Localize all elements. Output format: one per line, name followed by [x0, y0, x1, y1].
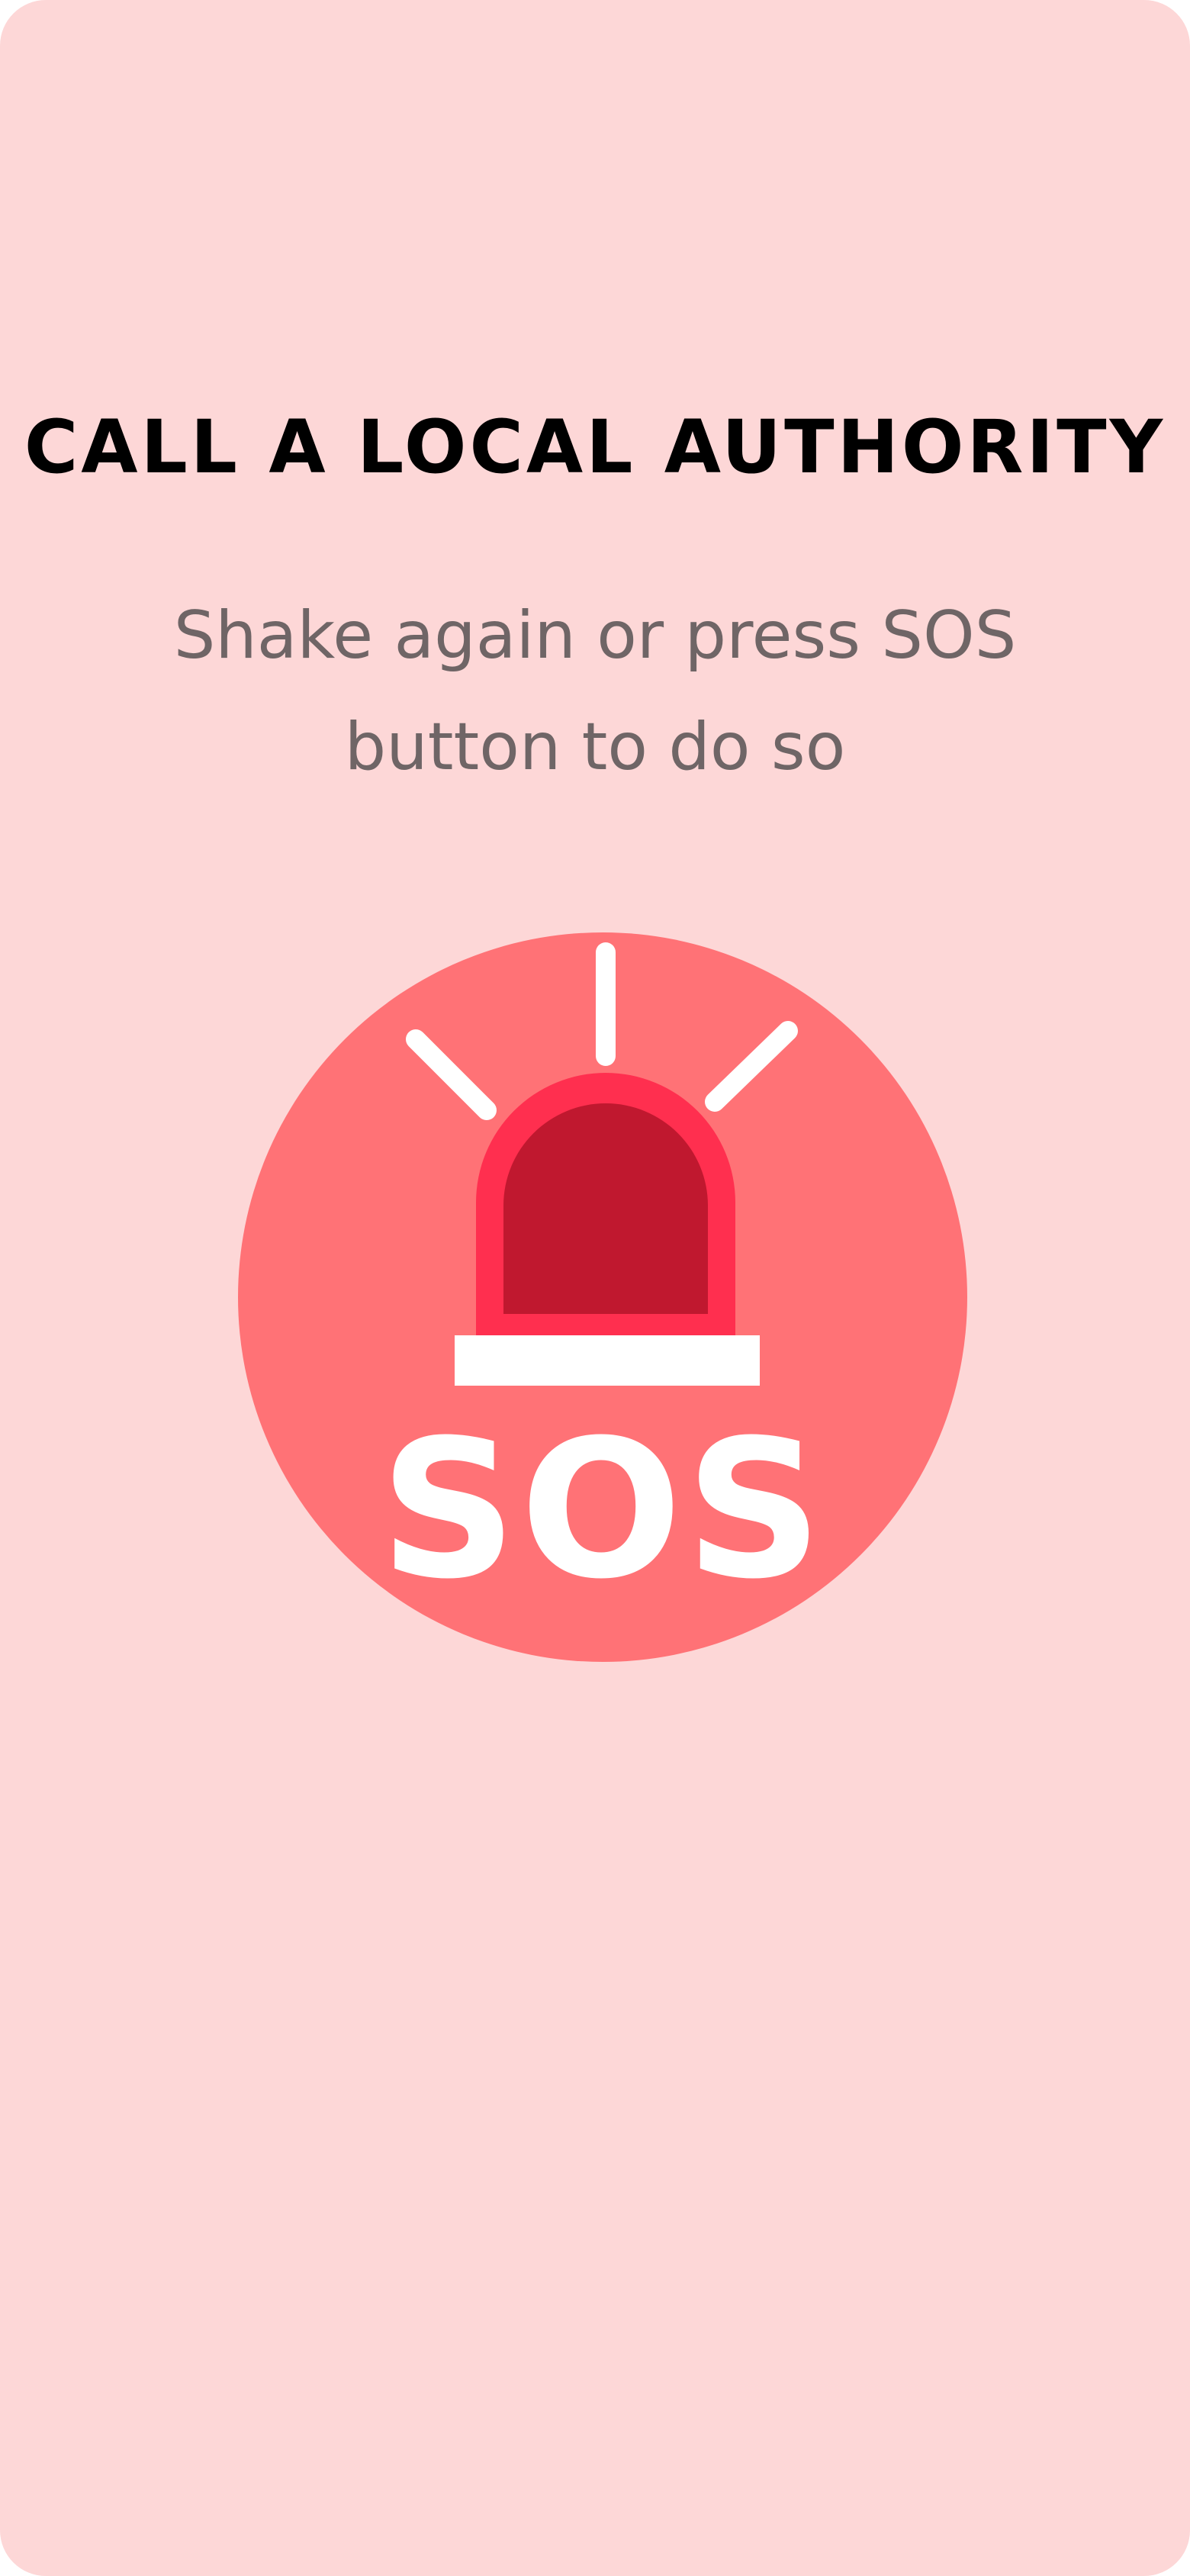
- instruction-line-1: Shake again or press SOS: [173, 597, 1017, 674]
- instruction-line-2: button to do so: [344, 709, 846, 785]
- siren-dome-inner: [503, 1103, 708, 1314]
- sos-button[interactable]: SOS: [236, 931, 969, 1663]
- sos-label: SOS: [380, 1399, 826, 1621]
- page-title: CALL A LOCAL AUTHORITY: [24, 404, 1166, 490]
- sos-screen: CALL A LOCAL AUTHORITY Shake again or pr…: [0, 0, 1190, 2576]
- siren-base: [455, 1335, 760, 1386]
- instruction-text: Shake again or press SOS button to do so: [137, 580, 1053, 803]
- sos-icon: SOS: [238, 932, 967, 1662]
